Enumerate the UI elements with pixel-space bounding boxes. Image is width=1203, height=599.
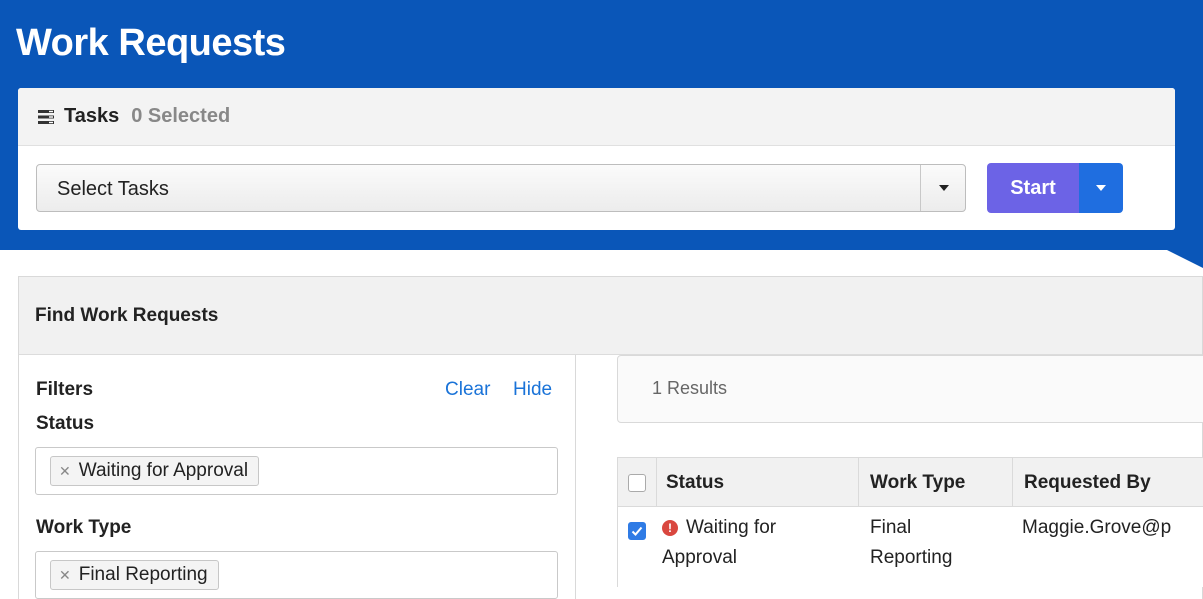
caret-down-icon: [939, 185, 949, 191]
column-divider: [1012, 458, 1013, 508]
row-status-line1: Waiting for: [686, 517, 777, 538]
filters-column: Filters Clear Hide Status ✕ Waiting for …: [19, 355, 576, 599]
select-all-checkbox[interactable]: [628, 474, 646, 492]
column-header-status[interactable]: Status: [666, 472, 724, 494]
row-work-type-line2: Reporting: [870, 547, 953, 568]
results-count: 1 Results: [652, 378, 728, 398]
start-dropdown-toggle[interactable]: [1079, 163, 1123, 213]
column-divider: [858, 458, 859, 508]
hide-filters-link[interactable]: Hide: [513, 379, 552, 401]
status-filter-tag: ✕ Waiting for Approval: [50, 456, 260, 486]
row-status-cell: ! Waiting for Approval: [662, 513, 852, 573]
row-checkbox[interactable]: [628, 522, 646, 540]
results-summary-bar: 1 Results: [617, 355, 1203, 423]
filters-title: Filters: [36, 379, 94, 400]
page-title: Work Requests: [16, 22, 286, 64]
work-type-filter-tag-label: Final Reporting: [78, 564, 208, 585]
tasks-list-icon: [38, 109, 54, 124]
table-row[interactable]: ! Waiting for Approval Final Reporting Ma…: [617, 507, 1203, 587]
row-work-type-cell: Final Reporting: [870, 513, 1010, 573]
column-divider: [656, 458, 657, 508]
start-button[interactable]: Start: [987, 163, 1079, 213]
find-work-requests-title: Find Work Requests: [19, 277, 1202, 355]
select-tasks-value: Select Tasks: [57, 178, 169, 200]
caret-down-icon: [1096, 185, 1106, 191]
results-table-header: Status Work Type Requested By: [617, 457, 1203, 508]
remove-x-icon[interactable]: ✕: [59, 567, 71, 584]
clear-filters-link[interactable]: Clear: [445, 379, 490, 401]
row-status-line2: Approval: [662, 547, 737, 568]
tasks-header: Tasks 0 Selected: [18, 88, 1175, 146]
tasks-selected-count: 0 Selected: [131, 105, 231, 127]
work-type-filter-label: Work Type: [36, 517, 132, 538]
remove-x-icon[interactable]: ✕: [59, 463, 71, 480]
column-header-requested-by[interactable]: Requested By: [1024, 472, 1151, 494]
work-type-filter-input[interactable]: ✕ Final Reporting: [35, 551, 558, 599]
work-type-filter-tag: ✕ Final Reporting: [50, 560, 219, 590]
select-tasks-dropdown[interactable]: Select Tasks: [36, 164, 966, 212]
select-divider: [920, 165, 921, 211]
tasks-panel: Tasks 0 Selected Select Tasks Start: [18, 88, 1175, 230]
results-table: Status Work Type Requested By ! Waiting f…: [617, 457, 1203, 587]
find-work-requests-panel: Find Work Requests Filters Clear Hide St…: [18, 276, 1203, 599]
tasks-label: Tasks: [64, 105, 120, 127]
exclamation-circle-icon: !: [662, 520, 678, 536]
status-filter-input[interactable]: ✕ Waiting for Approval: [35, 447, 558, 495]
row-requested-by-cell: Maggie.Grove@p: [1022, 517, 1172, 538]
row-work-type-line1: Final: [870, 517, 912, 538]
column-header-work-type[interactable]: Work Type: [870, 472, 965, 494]
status-filter-tag-label: Waiting for Approval: [78, 460, 249, 481]
status-filter-label: Status: [36, 413, 95, 434]
